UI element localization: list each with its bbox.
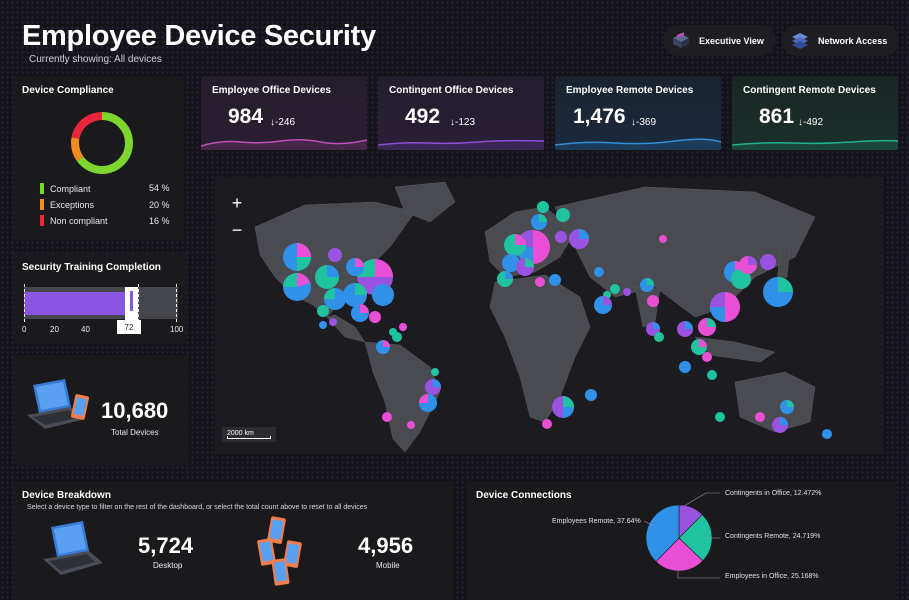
bubble-cluster-au [715,400,832,439]
compliance-pct-compliant: 54 % [149,183,170,193]
kpi-value: 492 [405,105,441,128]
bubble-cluster-me [594,278,664,342]
kpi-delta: ↓-369 [631,117,657,128]
kpi-value: 984 [228,105,264,128]
network-access-label: Network Access [818,35,888,46]
device-connections-panel: Device Connections Contingents in Office… [466,481,896,600]
executive-view-label: Executive View [699,35,764,46]
desktop-device-tile[interactable]: 5,724 Desktop [23,515,223,595]
training-value-tooltip: 72 [117,320,141,334]
kpi-delta: ↓-492 [798,117,824,128]
kpi-sparkline [732,139,898,150]
device-breakdown-instructions: Select a device type to filter on the re… [27,504,368,511]
compliance-legend-compliant: Compliant [40,183,91,194]
kpi-sparkline [555,138,721,150]
kpi-value: 1,476 [573,105,626,128]
kpi-employee-office-devices[interactable]: Employee Office Devices 984 ↓-246 [201,76,367,150]
zoom-out-button[interactable]: − [224,217,250,243]
pie-label-contingents-office: Contingents in Office, 12.472% [725,490,822,497]
connections-pie [643,492,720,579]
kpi-label: Employee Remote Devices [566,85,694,96]
pie-label-contingents-remote: Contingents Remote, 24.719% [725,533,821,540]
kpi-sparkline [378,139,544,150]
laptop-phone-icon [27,379,89,429]
kpi-sparkline [201,138,367,150]
kpi-contingent-remote-devices[interactable]: Contingent Remote Devices 861 ↓-492 [732,76,898,150]
training-tick: 0 [22,325,27,334]
network-access-icon [790,32,810,50]
world-map[interactable] [215,177,884,454]
bubble-cluster-af [542,389,597,429]
laptop-icon [43,521,103,575]
compliance-legend-exceptions: Exceptions [40,199,94,210]
device-breakdown-panel: Device Breakdown Select a device type to… [13,481,453,600]
kpi-delta: ↓-123 [450,117,476,128]
mobile-label: Mobile [376,561,400,570]
kpi-label: Employee Office Devices [212,85,331,96]
page-subtitle: Currently showing: All devices [29,54,162,65]
device-compliance-panel: Device Compliance Compliant 54 % Excepti… [13,76,183,240]
training-title: Security Training Completion [22,262,161,273]
desktop-count: 5,724 [138,533,194,558]
kpi-value: 861 [759,105,795,128]
kpi-delta: ↓-246 [270,117,296,128]
total-devices-panel[interactable]: 10,680 Total Devices [13,355,189,465]
bubble-cluster-sa [376,332,441,429]
training-tick: 20 [50,325,59,334]
training-tick: 100 [170,325,184,334]
map-scale-bar: 2000 km [222,427,276,442]
compliance-legend-noncompliant: Non compliant [40,215,108,226]
bubble-cluster-na [283,243,407,336]
map-bubbles [283,201,832,439]
network-access-button[interactable]: Network Access [782,25,900,56]
device-breakdown-title: Device Breakdown [22,490,111,501]
training-panel: Security Training Completion 72 0 20 40 … [13,253,187,343]
kpi-label: Contingent Remote Devices [743,85,876,96]
device-compliance-title: Device Compliance [22,85,114,96]
bubble-cluster-asia [677,254,793,380]
kpi-label: Contingent Office Devices [389,85,514,96]
total-devices-value: 10,680 [101,398,169,423]
mobile-device-tile[interactable]: 4,956 Mobile [243,515,443,595]
desktop-label: Desktop [153,561,183,570]
kpi-contingent-office-devices[interactable]: Contingent Office Devices 492 ↓-123 [378,76,544,150]
compliance-pct-exceptions: 20 % [149,200,170,210]
pie-label-employees-office: Employees in Office, 25.168% [725,573,819,580]
executive-view-icon [671,31,691,50]
mobile-count: 4,956 [358,533,414,558]
training-tick: 40 [81,325,90,334]
zoom-in-button[interactable]: + [224,190,250,216]
pie-label-employees-remote: Employees Remote, 37.64% [552,518,641,525]
compliance-pct-noncompliant: 16 % [149,216,170,226]
executive-view-button[interactable]: Executive View [663,25,776,56]
training-bar-fill [24,292,127,315]
kpi-employee-remote-devices[interactable]: Employee Remote Devices 1,476 ↓-369 [555,76,721,150]
mobile-icon [257,516,302,586]
page-title: Employee Device Security [22,20,376,52]
compliance-donut [71,112,133,174]
total-devices-label: Total Devices [111,428,159,437]
